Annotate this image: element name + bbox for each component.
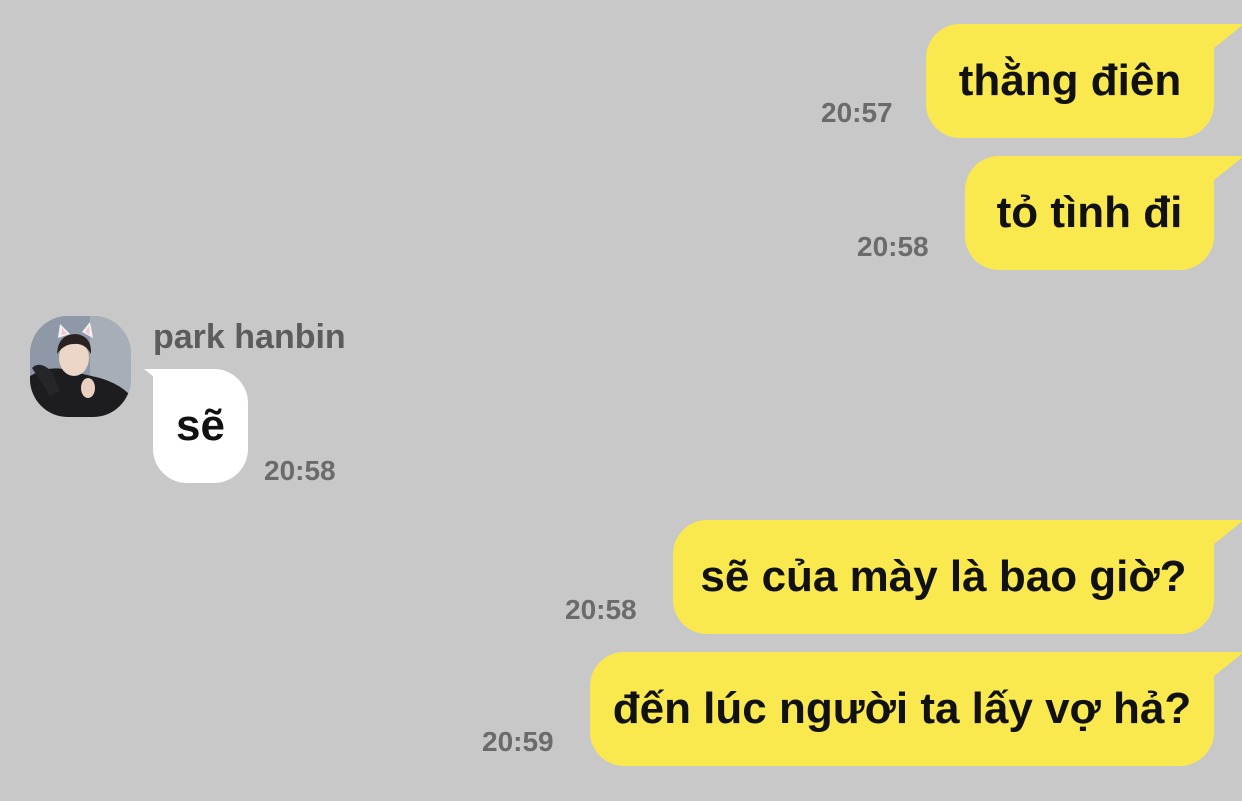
message-timestamp: 20:58 xyxy=(565,594,637,625)
message-text: sẽ xyxy=(176,401,225,450)
bubble-tail xyxy=(1214,156,1242,180)
message-text: tỏ tình đi xyxy=(996,188,1183,237)
message-text: sẽ của mày là bao giờ? xyxy=(700,552,1187,601)
bubble-tail xyxy=(1214,24,1242,48)
message-bubble[interactable]: sẽ của mày là bao giờ? xyxy=(673,520,1214,634)
message-bubble[interactable]: sẽ xyxy=(153,369,248,483)
bubble-tail xyxy=(1214,652,1242,676)
avatar[interactable] xyxy=(30,316,131,417)
message-timestamp: 20:59 xyxy=(482,726,554,757)
sender-name: park hanbin xyxy=(153,318,346,356)
message-bubble[interactable]: tỏ tình đi xyxy=(965,156,1214,270)
message-timestamp: 20:58 xyxy=(857,231,929,262)
message-timestamp: 20:58 xyxy=(264,455,336,486)
message-text: thằng điên xyxy=(958,56,1182,105)
message-text: đến lúc người ta lấy vợ hả? xyxy=(612,684,1192,733)
bubble-tail xyxy=(1214,520,1242,544)
message-bubble[interactable]: đến lúc người ta lấy vợ hả? xyxy=(590,652,1214,766)
message-timestamp: 20:57 xyxy=(821,97,893,128)
message-bubble[interactable]: thằng điên xyxy=(926,24,1214,138)
profile-photo-icon xyxy=(30,316,131,417)
